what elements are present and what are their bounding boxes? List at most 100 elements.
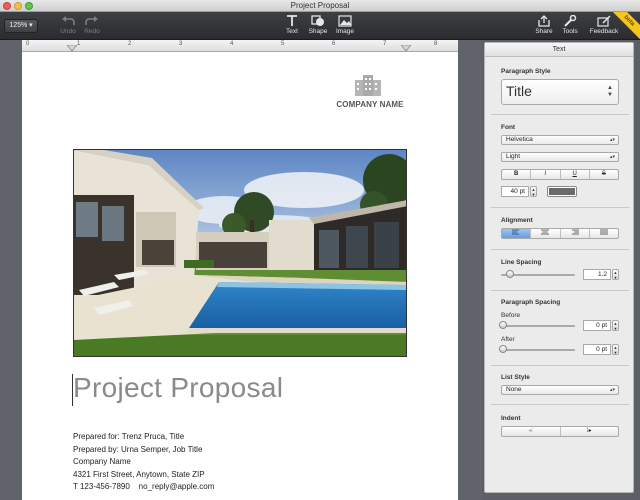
paragraph-style-select[interactable]: Title ▲ ▼: [501, 79, 619, 105]
shape-icon: [311, 15, 324, 26]
updown-arrows-icon: ▴▾: [609, 387, 615, 393]
align-justify-button[interactable]: [590, 229, 618, 238]
text-label: Text: [286, 28, 298, 35]
font-style-buttons: B I U S: [501, 169, 619, 180]
font-family-value: Helvetica: [506, 136, 533, 143]
after-field[interactable]: 0 pt: [583, 344, 611, 355]
list-style-select[interactable]: None ▴▾: [501, 385, 619, 395]
list-style-value: None: [506, 386, 522, 393]
left-indent-marker-icon[interactable]: [66, 45, 78, 52]
address-line[interactable]: 4321 First Street, Anytown, State ZIP: [73, 470, 205, 479]
undo-icon: [62, 16, 75, 25]
image-button[interactable]: Image: [327, 15, 363, 39]
window-title: Project Proposal: [290, 1, 350, 10]
company-name[interactable]: COMPANY NAME: [320, 100, 420, 109]
text-color-swatch: [549, 188, 575, 195]
house-photo[interactable]: [73, 149, 407, 357]
align-center-button[interactable]: [531, 229, 561, 238]
ruler[interactable]: 0 1 2 3 4 5 6 7 8: [22, 40, 458, 52]
decrease-indent-icon: ◂⁞: [528, 428, 534, 434]
line-spacing-stepper[interactable]: ▲ ▼: [612, 269, 619, 280]
bold-button[interactable]: B: [502, 170, 532, 179]
beta-label: beta: [612, 12, 640, 40]
paragraph-style-label: Paragraph Style: [501, 68, 551, 75]
align-left-icon: [512, 229, 520, 235]
ruler-label: 3: [179, 41, 183, 47]
alignment-label: Alignment: [501, 217, 533, 224]
align-left-button[interactable]: [502, 229, 532, 238]
before-label: Before: [501, 312, 521, 319]
align-right-button[interactable]: [561, 229, 590, 238]
font-size-field[interactable]: 40 pt: [501, 186, 529, 197]
before-slider[interactable]: [499, 321, 575, 329]
font-label: Font: [501, 124, 516, 131]
ruler-label: 7: [383, 41, 387, 47]
alignment-buttons: [501, 228, 619, 239]
line-spacing-slider[interactable]: [501, 270, 575, 278]
updown-arrows-icon: ▴▾: [609, 137, 615, 143]
toolbar: 125% ▾ Undo Redo Text Shape Image Share …: [0, 12, 640, 40]
text-color-well[interactable]: [547, 186, 577, 197]
before-field[interactable]: 0 pt: [583, 320, 611, 331]
prepared-for-line[interactable]: Prepared for: Trenz Pruca, Title: [73, 432, 184, 441]
line-spacing-label: Line Spacing: [501, 259, 542, 266]
title-bar: Project Proposal: [0, 0, 640, 12]
tools-label: Tools: [562, 28, 578, 35]
close-button[interactable]: [3, 2, 11, 10]
redo-button[interactable]: Redo: [74, 15, 110, 39]
updown-arrows-icon: ▲ ▼: [607, 85, 613, 98]
redo-icon: [85, 16, 98, 25]
ruler-label: 2: [128, 41, 132, 47]
beta-ribbon: beta: [612, 12, 640, 40]
paragraph-style-value: Title: [506, 83, 532, 99]
building-logo-icon: [355, 75, 381, 96]
text-icon: [287, 15, 297, 26]
tools-button[interactable]: Tools: [552, 15, 588, 39]
zoom-select[interactable]: 125% ▾: [4, 19, 38, 33]
share-label: Share: [535, 28, 553, 35]
font-weight-select[interactable]: Light ▴▾: [501, 152, 619, 162]
inspector-title: Text: [485, 43, 633, 57]
zoom-window-button[interactable]: [25, 2, 33, 10]
document-title[interactable]: Project Proposal: [73, 372, 283, 404]
before-stepper[interactable]: ▲ ▼: [612, 320, 619, 331]
slider-knob[interactable]: [505, 270, 514, 278]
increase-indent-button[interactable]: ⁞▸: [561, 427, 619, 436]
text-inspector-panel: Text Paragraph Style Title ▲ ▼ Font Helve…: [484, 42, 634, 493]
updown-arrows-icon: ▴▾: [609, 154, 615, 160]
slider-knob[interactable]: [499, 345, 507, 353]
align-justify-icon: [599, 229, 608, 235]
company-name-line[interactable]: Company Name: [73, 457, 131, 466]
redo-label: Redo: [84, 28, 100, 35]
slider-knob[interactable]: [499, 321, 507, 329]
right-indent-marker-icon[interactable]: [400, 45, 412, 52]
after-slider[interactable]: [499, 345, 575, 353]
paragraph-spacing-label: Paragraph Spacing: [501, 299, 561, 306]
underline-button[interactable]: U: [561, 170, 590, 179]
font-weight-value: Light: [506, 153, 521, 160]
align-right-icon: [571, 229, 579, 235]
wrench-icon: [564, 15, 577, 27]
font-size-stepper[interactable]: ▲ ▼: [530, 186, 537, 197]
divider: [491, 114, 629, 115]
divider: [491, 290, 629, 291]
share-icon: [538, 15, 550, 27]
contact-line[interactable]: T 123-456-7890 no_reply@apple.com: [73, 482, 214, 491]
italic-button[interactable]: I: [531, 170, 561, 179]
after-stepper[interactable]: ▲ ▼: [612, 344, 619, 355]
prepared-by-line[interactable]: Prepared by: Urna Semper, Job Title: [73, 445, 202, 454]
feedback-icon: [597, 15, 611, 27]
divider: [491, 249, 629, 250]
shape-label: Shape: [308, 28, 328, 35]
font-family-select[interactable]: Helvetica ▴▾: [501, 135, 619, 145]
image-label: Image: [335, 28, 355, 35]
list-style-label: List Style: [501, 374, 530, 381]
pages-window: Project Proposal 125% ▾ Undo Redo Text S…: [0, 0, 640, 500]
ruler-label: 6: [332, 41, 336, 47]
indent-buttons: ◂⁞ ⁞▸: [501, 426, 619, 437]
strikethrough-button[interactable]: S: [590, 170, 618, 179]
line-spacing-field[interactable]: 1.2: [583, 269, 611, 280]
house-photo-illustration: [74, 150, 406, 356]
decrease-indent-button[interactable]: ◂⁞: [502, 427, 561, 436]
minimize-button[interactable]: [14, 2, 22, 10]
